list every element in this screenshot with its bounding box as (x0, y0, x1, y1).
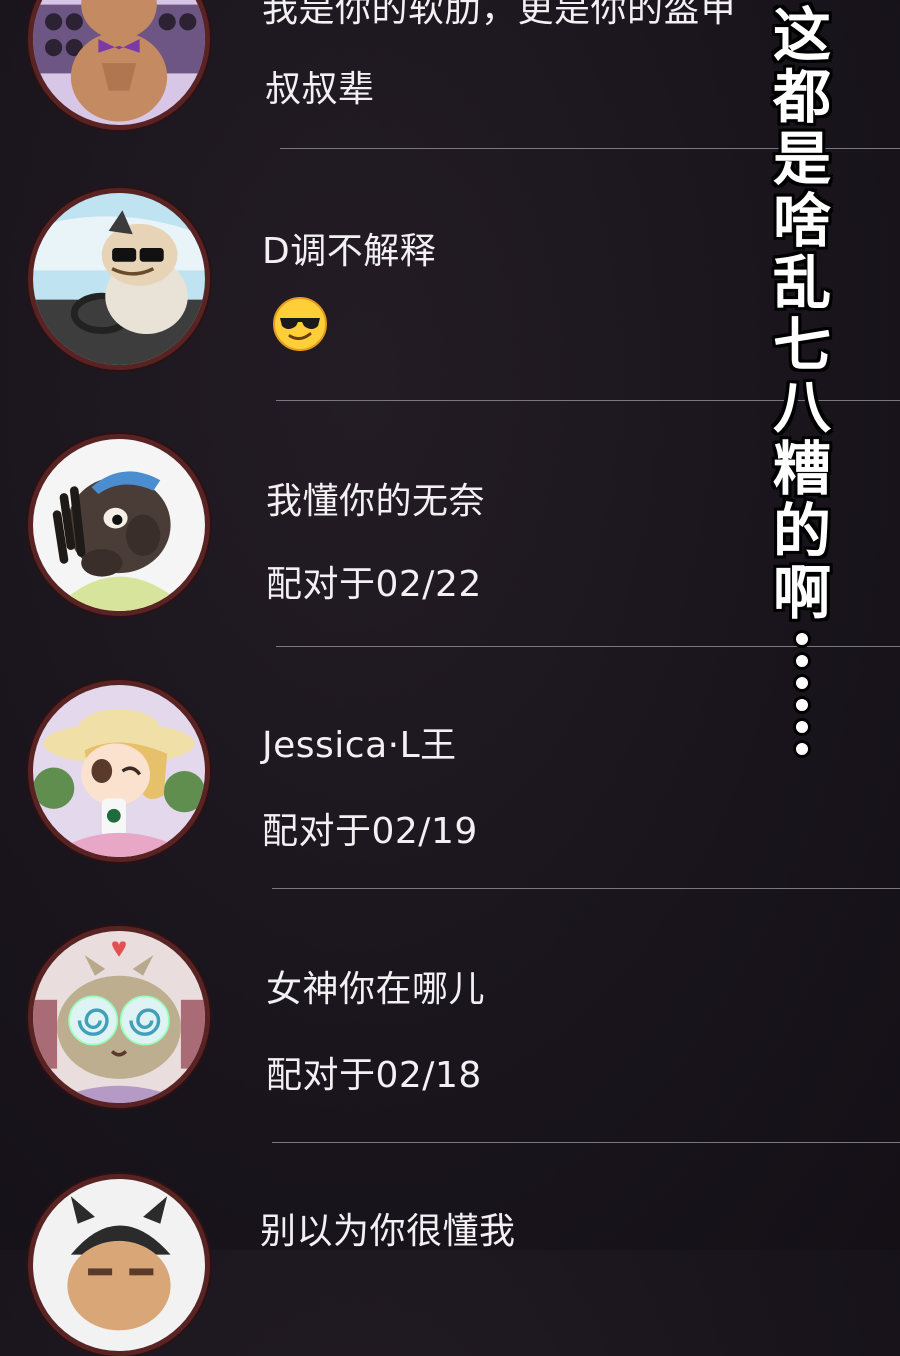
caption-ellipsis (793, 628, 811, 760)
match-detail: 配对于02/22 (266, 564, 482, 605)
caption-char: 啥 (772, 187, 831, 255)
match-name: 别以为你很懂我 (260, 1211, 516, 1252)
match-name: 我是你的软肋，更是你的盔甲 (262, 0, 737, 30)
hypno-cat-avatar[interactable] (28, 926, 210, 1108)
caption-char: 七 (772, 311, 831, 379)
match-item[interactable]: Jessica·L王 配对于02/19 (0, 646, 900, 889)
caption-char: 这 (772, 1, 831, 69)
match-item[interactable]: 我是你的软肋，更是你的盔甲 叔叔辈 (0, 0, 900, 150)
caption-char: 糟 (772, 435, 831, 503)
caption-char: 的 (772, 497, 831, 565)
match-list: 我是你的软肋，更是你的盔甲 叔叔辈 D调不解释 我懂你的无奈 配对于02/22 … (0, 0, 900, 1356)
match-detail: 配对于02/18 (266, 1055, 482, 1096)
caption-char: 是 (772, 125, 831, 193)
sunglasses-emoji-icon (273, 297, 327, 351)
match-item[interactable]: 我懂你的无奈 配对于02/22 (0, 400, 900, 647)
match-item[interactable]: 别以为你很懂我 (0, 1142, 900, 1356)
vertical-caption: 这 都 是 啥 乱 七 八 糟 的 啊 (770, 4, 834, 760)
caption-char: 都 (772, 63, 831, 131)
caption-char: 乱 (772, 249, 831, 317)
beanie-cat-avatar[interactable] (28, 1174, 210, 1356)
match-name: 我懂你的无奈 (266, 481, 486, 522)
match-name: 女神你在哪儿 (266, 969, 486, 1010)
match-item[interactable]: D调不解释 (0, 150, 900, 401)
match-name: D调不解释 (262, 231, 437, 272)
match-item[interactable]: 女神你在哪儿 配对于02/18 (0, 888, 900, 1143)
driver-cat-avatar[interactable] (28, 188, 210, 370)
caption-char: 八 (772, 373, 831, 441)
hat-girl-avatar[interactable] (28, 680, 210, 862)
match-detail: 叔叔辈 (265, 69, 375, 110)
match-name: Jessica·L王 (262, 725, 457, 766)
caption-char: 啊 (772, 559, 831, 627)
dreadlocks-cat-avatar[interactable] (28, 434, 210, 616)
muscle-cat-avatar[interactable] (28, 0, 210, 130)
match-detail: 配对于02/19 (262, 811, 478, 852)
